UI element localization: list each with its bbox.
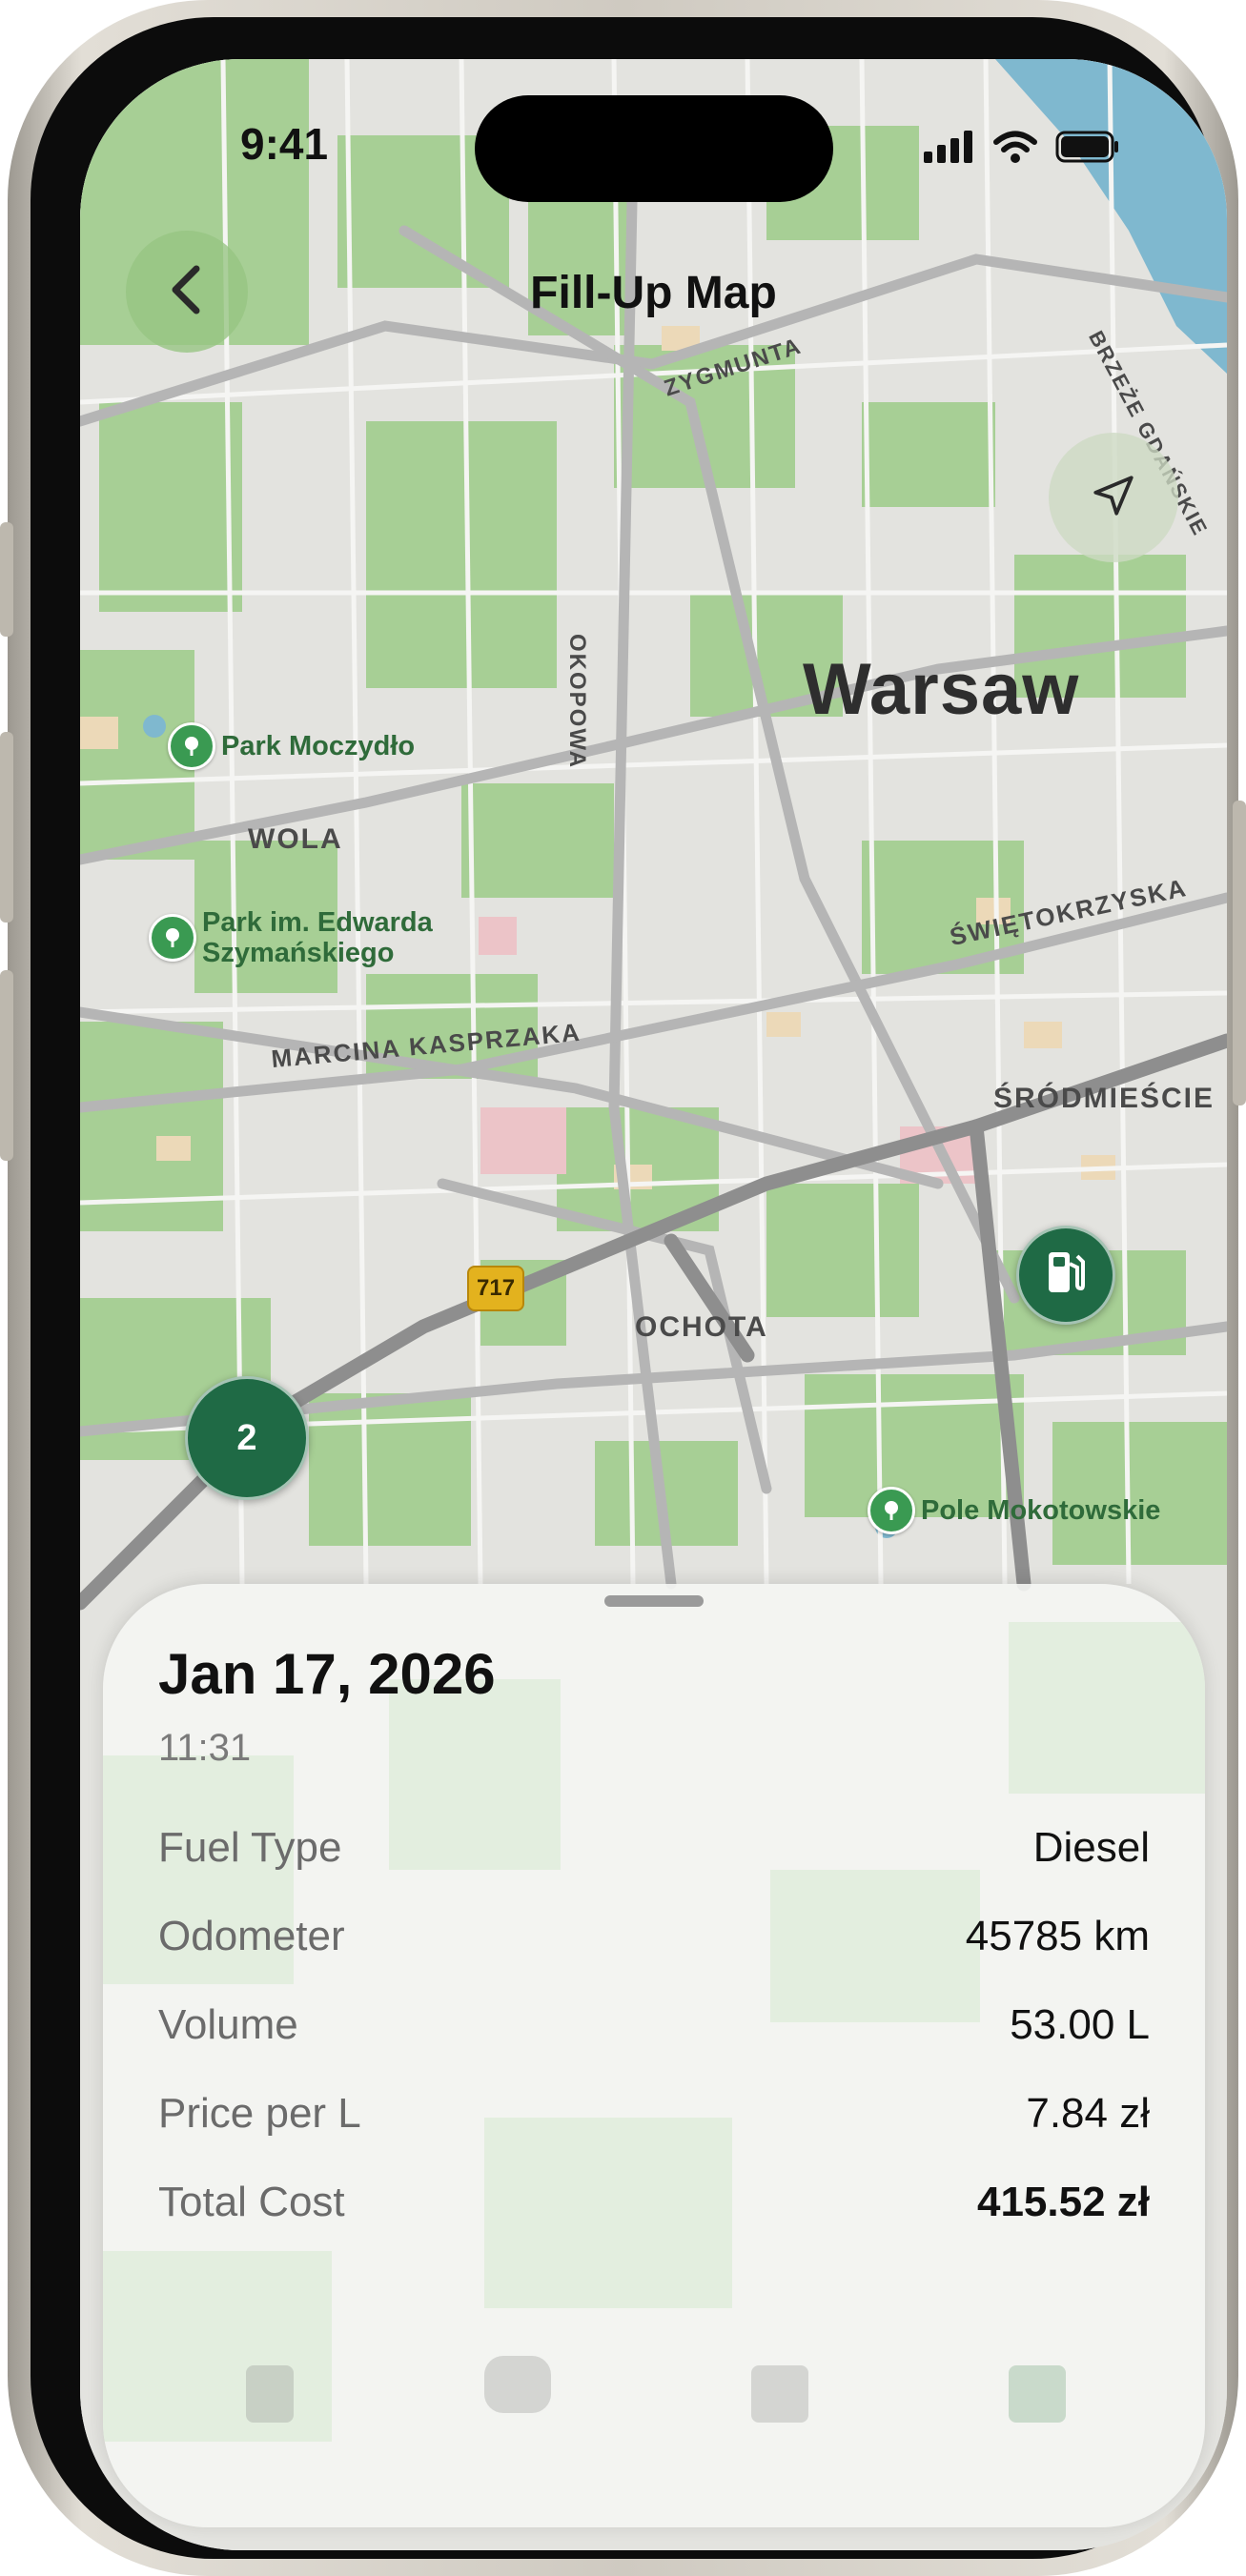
tree-icon — [149, 914, 196, 962]
detail-label: Price per L — [158, 2089, 361, 2137]
wifi-icon — [992, 130, 1038, 169]
detail-value: 7.84 zł — [1026, 2089, 1150, 2137]
dynamic-island — [475, 95, 833, 202]
side-button-volume-down — [0, 970, 13, 1161]
battery-icon — [1055, 131, 1120, 168]
road-shield: 717 — [467, 1266, 525, 1311]
park-label: Pole Mokotowskie — [921, 1495, 1161, 1526]
park-pole-mokotowskie[interactable]: Pole Mokotowskie — [868, 1487, 1160, 1534]
page-title: Fill-Up Map — [530, 268, 777, 318]
park-szymanskiego[interactable]: Park im. Edwarda Szymańskiego — [149, 907, 433, 968]
location-arrow-icon — [1090, 472, 1137, 524]
screen: ZYGMUNTA OKOPOWA BRZEŻE GDAŃSKIE ŚWIĘTOK… — [80, 59, 1227, 2550]
cluster-marker[interactable]: 2 — [185, 1376, 309, 1500]
park-moczydlo[interactable]: Park Moczydło — [168, 722, 415, 770]
detail-row-price-per-liter: Price per L 7.84 zł — [158, 2069, 1150, 2158]
detail-row-volume: Volume 53.00 L — [158, 1980, 1150, 2069]
detail-value: 415.52 zł — [976, 2178, 1150, 2225]
status-icons — [924, 130, 1120, 169]
detail-label: Odometer — [158, 1912, 345, 1959]
fuel-pump-icon — [1043, 1248, 1089, 1303]
sheet-grabber[interactable] — [604, 1595, 704, 1607]
fill-up-detail-sheet[interactable]: Jan 17, 2026 11:31 Fuel Type Diesel Odom… — [103, 1584, 1205, 2527]
street-label-okopowa: OKOPOWA — [564, 633, 591, 770]
detail-value: 45785 km — [965, 1912, 1150, 1959]
detail-row-total-cost: Total Cost 415.52 zł — [158, 2158, 1150, 2246]
district-label-ochota: OCHOTA — [635, 1311, 768, 1343]
district-label-srodmiescie: ŚRÓDMIEŚCIE — [993, 1083, 1215, 1114]
detail-value: Diesel — [1032, 1823, 1150, 1871]
city-label: Warsaw — [803, 649, 1080, 730]
status-time: 9:41 — [240, 119, 329, 169]
detail-row-odometer: Odometer 45785 km — [158, 1892, 1150, 1980]
tree-icon — [168, 722, 215, 770]
detail-rows: Fuel Type Diesel Odometer 45785 km Volum… — [158, 1803, 1150, 2246]
district-label-wola: WOLA — [248, 823, 343, 855]
detail-label: Total Cost — [158, 2178, 345, 2225]
locate-me-button[interactable] — [1049, 433, 1178, 562]
detail-value: 53.00 L — [1010, 2000, 1150, 2048]
fill-up-date: Jan 17, 2026 — [158, 1642, 496, 1706]
fuel-station-marker[interactable] — [1016, 1226, 1115, 1325]
phone-frame: ZYGMUNTA OKOPOWA BRZEŻE GDAŃSKIE ŚWIĘTOK… — [0, 0, 1246, 2576]
fill-up-time: 11:31 — [158, 1727, 252, 1769]
park-label: Park Moczydło — [221, 731, 416, 761]
detail-label: Fuel Type — [158, 1823, 342, 1871]
detail-label: Volume — [158, 2000, 298, 2048]
park-label: Park im. Edwarda — [202, 907, 433, 938]
park-label: Szymańskiego — [202, 938, 395, 968]
tree-icon — [868, 1487, 915, 1534]
detail-row-fuel-type: Fuel Type Diesel — [158, 1803, 1150, 1892]
side-button-volume-up — [0, 732, 13, 923]
side-button-power — [1233, 801, 1246, 1105]
cellular-signal-icon — [924, 131, 975, 168]
side-button-action — [0, 522, 13, 637]
bezel: ZYGMUNTA OKOPOWA BRZEŻE GDAŃSKIE ŚWIĘTOK… — [31, 17, 1227, 2559]
